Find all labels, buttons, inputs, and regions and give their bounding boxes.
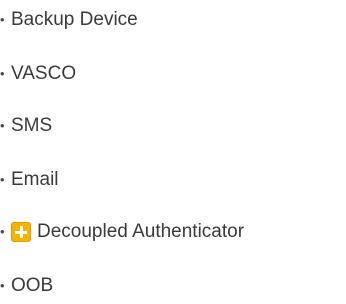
list-item-label: Backup Device bbox=[11, 9, 138, 30]
bullet: • bbox=[0, 172, 5, 187]
bullet: • bbox=[0, 278, 5, 293]
list-item-vasco: • VASCO bbox=[0, 59, 76, 89]
list-item-label: Email bbox=[11, 169, 59, 190]
bullet: • bbox=[0, 66, 5, 81]
list-item-email: • Email bbox=[0, 165, 59, 195]
list-item-label: VASCO bbox=[11, 63, 77, 84]
list-item-decoupled-authenticator: • Decoupled Authenticator bbox=[0, 217, 244, 247]
list-item-backup-device: • Backup Device bbox=[0, 5, 138, 35]
authenticator-list: • Backup Device • VASCO • SMS • Email • … bbox=[0, 0, 346, 304]
list-item-label: Decoupled Authenticator bbox=[37, 221, 245, 242]
add-icon[interactable] bbox=[11, 222, 31, 242]
list-item-label: SMS bbox=[11, 115, 53, 136]
list-item-label: OOB bbox=[11, 275, 54, 296]
bullet: • bbox=[0, 12, 5, 27]
bullet: • bbox=[0, 224, 5, 239]
bullet: • bbox=[0, 118, 5, 133]
list-item-oob: • OOB bbox=[0, 271, 53, 301]
list-item-sms: • SMS bbox=[0, 111, 52, 141]
